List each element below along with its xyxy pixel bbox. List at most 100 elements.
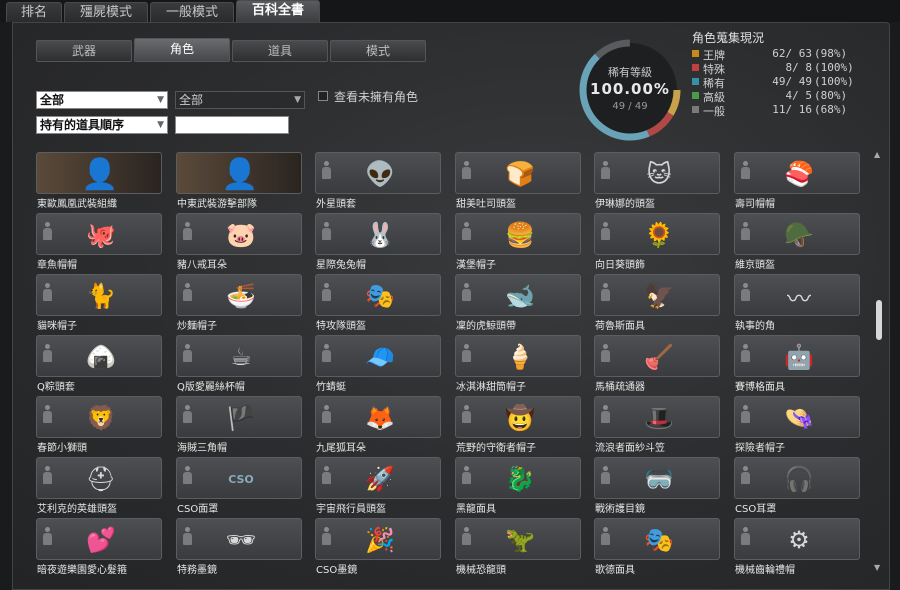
item-card[interactable]: 🐉 黑龍面具 [455,457,581,515]
scroll-down-arrow-icon[interactable]: ▼ [874,563,880,572]
item-card[interactable]: 🍙 Q粽頭套 [36,335,162,393]
collection-row: 王牌 62/ 63 (98%) [692,47,862,62]
person-icon [601,161,610,179]
person-icon [322,466,331,484]
item-card[interactable]: 🐋 凜的虎鯨頭帶 [455,274,581,332]
item-card[interactable]: 🎉 CSO墨鏡 [315,518,441,576]
tab-normal-mode[interactable]: 一般模式 [150,2,234,22]
item-card[interactable]: 🐱 伊琳娜的頭盔 [594,152,720,210]
item-card[interactable]: 🎭 特攻隊頭盔 [315,274,441,332]
item-card[interactable]: 👤 東歐鳳凰武裝組織 [36,152,162,210]
rarity-swatch [692,106,699,113]
item-card-frame: 🪠 [594,335,720,377]
item-card[interactable]: 🎧 CSO耳罩 [734,457,860,515]
item-card[interactable]: 〰執事的角 [734,274,860,332]
item-card[interactable]: 🐙 章魚帽帽 [36,213,162,271]
person-icon [601,283,610,301]
item-card[interactable]: 🚀 宇宙飛行員頭盔 [315,457,441,515]
item-card[interactable]: 🥽 戰術護目鏡 [594,457,720,515]
cat-helmet-icon: 🐱 [646,160,672,188]
rarity-swatch [692,92,699,99]
category-dropdown[interactable]: 全部 ▼ [36,91,168,109]
item-card-frame: 🎭 [594,518,720,560]
item-card[interactable]: 🐰 星際兔兔帽 [315,213,441,271]
search-input[interactable] [175,116,289,134]
item-card-label: 豬八戒耳朵 [177,260,227,271]
item-card-frame: 〰 [734,274,860,316]
item-card[interactable]: 🏴 海賊三角帽 [176,396,302,454]
item-card[interactable]: 🍞 甜美吐司頭盔 [455,152,581,210]
item-card-frame: 🍙 [36,335,162,377]
subcategory-dropdown[interactable]: 全部 ▼ [175,91,305,109]
item-card[interactable]: 🍣 壽司帽帽 [734,152,860,210]
item-card[interactable]: 👤 中東武裝游擊部隊 [176,152,302,210]
item-card[interactable]: 🦅 荷魯斯面具 [594,274,720,332]
person-icon [741,405,750,423]
item-card[interactable]: 🪖 維京頭盔 [734,213,860,271]
subtab-items[interactable]: 道具 [232,40,328,62]
item-card[interactable]: 🐈 貓咪帽子 [36,274,162,332]
item-card[interactable]: 🦖 機械恐龍頭 [455,518,581,576]
person-icon [43,405,52,423]
scrollbar-thumb[interactable] [876,300,882,340]
tab-zombie-mode[interactable]: 殭屍模式 [64,2,148,22]
item-card[interactable]: 🤖 賽博格面具 [734,335,860,393]
person-icon [601,466,610,484]
item-card[interactable]: 🦊 九尾狐耳朵 [315,396,441,454]
pirate-hat-icon: 🏴 [226,404,256,432]
item-card[interactable]: 🍦 冰淇淋甜筒帽子 [455,335,581,393]
rarity-title: 稀有等級 [608,66,652,79]
item-card[interactable]: 🎩 流浪者面紗斗笠 [594,396,720,454]
item-card[interactable]: 🍜 炒麵帽子 [176,274,302,332]
item-card[interactable]: 🦁 春節小獅頭 [36,396,162,454]
collection-row: 特殊 8/ 8 (100%) [692,61,862,76]
item-card[interactable]: 🍔 漢堡帽子 [455,213,581,271]
sort-dropdown[interactable]: 持有的道具順序 ▼ [36,116,168,134]
toast-head-icon: 🍞 [505,160,535,188]
show-unowned-checkbox[interactable] [318,91,328,101]
person-icon [462,344,471,362]
mecha-dino-icon: 🦖 [505,526,535,554]
item-card-label: Q粽頭套 [37,382,75,393]
item-card[interactable]: 🕶 特務墨鏡 [176,518,302,576]
item-card[interactable]: ☕ Q版愛麗絲杯帽 [176,335,302,393]
pig-ears-icon: 🐷 [226,221,256,249]
agent-sunglasses-icon: 🕶 [225,526,257,554]
subtab-weapons[interactable]: 武器 [36,40,132,62]
item-card[interactable]: 👽 外星頭套 [315,152,441,210]
item-card-label: 竹蜻蜓 [316,382,346,393]
item-card[interactable]: 👒 探險者帽子 [734,396,860,454]
item-card-frame: 🐉 [455,457,581,499]
item-card-label: CSO耳罩 [735,504,777,515]
person-icon [741,527,750,545]
tab-ranking[interactable]: 排名 [6,2,62,22]
item-card[interactable]: ⚙ 機械齒輪禮帽 [734,518,860,576]
item-card-label: 馬桶疏通器 [595,382,645,393]
scroll-up-arrow-icon[interactable]: ▲ [874,150,880,159]
item-card-label: 維京頭盔 [735,260,775,271]
subtab-characters[interactable]: 角色 [134,38,230,62]
item-card[interactable]: ⛑ 艾利克的英雄頭盔 [36,457,162,515]
explorer-hat-icon: 👒 [784,404,814,432]
propeller-cap-icon: 🧢 [365,343,395,371]
item-card[interactable]: 💕 暗夜遊樂園愛心髮箍 [36,518,162,576]
person-icon [462,161,471,179]
subtab-modes[interactable]: 模式 [330,40,426,62]
item-card-frame: 🤖 [734,335,860,377]
item-card[interactable]: 🌻 向日葵頭飾 [594,213,720,271]
item-card[interactable]: 🎭 歌德面具 [594,518,720,576]
person-icon [43,222,52,240]
item-card[interactable]: 🐷 豬八戒耳朵 [176,213,302,271]
person-icon [43,527,52,545]
collection-row-count: 62/ 63 [772,47,812,60]
item-card[interactable]: CSO CSO面罩 [176,457,302,515]
tab-encyclopedia[interactable]: 百科全書 [236,0,320,22]
item-card[interactable]: 🧢 竹蜻蜓 [315,335,441,393]
item-card[interactable]: 🪠 馬桶疏通器 [594,335,720,393]
soldier-portrait-icon: 👤 [81,156,119,192]
item-card-label: 流浪者面紗斗笠 [595,443,665,454]
item-card[interactable]: 🤠 荒野的守衛者帽子 [455,396,581,454]
item-card-label: 荒野的守衛者帽子 [456,443,536,454]
item-card-label: 中東武裝游擊部隊 [177,199,257,210]
item-card-frame: 💕 [36,518,162,560]
